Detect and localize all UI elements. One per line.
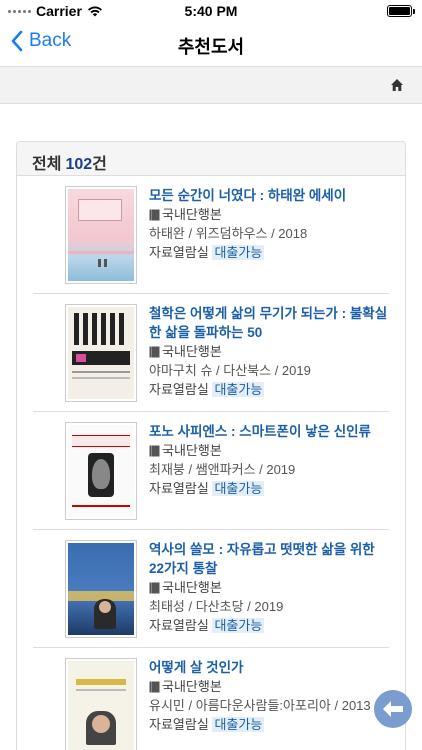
book-type-label: 국내단행본 <box>162 443 222 458</box>
book-icon <box>149 209 160 220</box>
book-icon <box>149 445 160 456</box>
book-info: 포노 사피엔스 : 스마트폰이 낳은 신인류 국내단행본 최재붕 / 쌤앤파커스… <box>149 422 389 498</box>
book-info: 철학은 어떻게 삶의 무기가 되는가 : 불확실한 삶을 돌파하는 50 국내단… <box>149 304 389 399</box>
book-title[interactable]: 모든 순간이 너였다 : 하태완 에세이 <box>149 186 389 205</box>
book-type-label: 국내단행본 <box>162 207 222 222</box>
book-location: 자료열람실 대출가능 <box>149 715 389 734</box>
home-icon[interactable] <box>390 78 404 92</box>
book-item[interactable]: 철학은 어떻게 삶의 무기가 되는가 : 불확실한 삶을 돌파하는 50 국내단… <box>33 294 389 412</box>
loan-status-badge: 대출가능 <box>212 382 265 397</box>
book-type: 국내단행본 <box>149 342 389 361</box>
book-type: 국내단행본 <box>149 205 389 224</box>
results-header: 전체 102건 <box>17 142 405 176</box>
book-location: 자료열람실 대출가능 <box>149 616 389 635</box>
book-cover[interactable] <box>65 186 137 284</box>
location-label: 자료열람실 <box>149 717 209 732</box>
book-location: 자료열람실 대출가능 <box>149 380 389 399</box>
book-title[interactable]: 철학은 어떻게 삶의 무기가 되는가 : 불확실한 삶을 돌파하는 50 <box>149 304 389 342</box>
book-item[interactable]: 모든 순간이 너였다 : 하태완 에세이 국내단행본 하태완 / 위즈덤하우스 … <box>33 176 389 294</box>
book-location: 자료열람실 대출가능 <box>149 479 389 498</box>
location-label: 자료열람실 <box>149 245 209 260</box>
loan-status-badge: 대출가능 <box>212 618 265 633</box>
book-title[interactable]: 어떻게 살 것인가 <box>149 658 389 677</box>
book-info: 역사의 쓸모 : 자유롭고 떳떳한 삶을 위한 22가지 통찰 국내단행본 최태… <box>149 540 389 635</box>
book-list: 모든 순간이 너였다 : 하태완 에세이 국내단행본 하태완 / 위즈덤하우스 … <box>17 176 405 750</box>
location-label: 자료열람실 <box>149 382 209 397</box>
loan-status-badge: 대출가능 <box>212 481 265 496</box>
floating-back-button[interactable] <box>374 690 412 728</box>
book-item[interactable]: 어떻게 살 것인가 국내단행본 유시민 / 아름다운사람들:아포리아 / 201… <box>33 648 389 750</box>
book-meta: 최태성 / 다산초당 / 2019 <box>149 599 284 614</box>
total-suffix: 건 <box>92 156 107 173</box>
book-cover[interactable] <box>65 658 137 750</box>
book-item[interactable]: 포노 사피엔스 : 스마트폰이 낳은 신인류 국내단행본 최재붕 / 쌤앤파커스… <box>33 412 389 530</box>
book-item[interactable]: 역사의 쓸모 : 자유롭고 떳떳한 삶을 위한 22가지 통찰 국내단행본 최태… <box>33 530 389 648</box>
navigation-bar: Back 추천도서 <box>0 22 422 66</box>
arrow-left-icon <box>383 701 403 717</box>
status-bar: Carrier 5:40 PM <box>0 0 422 22</box>
book-cover[interactable] <box>65 304 137 402</box>
book-meta: 야마구치 슈 / 다산북스 / 2019 <box>149 363 311 378</box>
book-cover[interactable] <box>65 422 137 520</box>
total-prefix: 전체 <box>32 156 62 173</box>
battery-icon <box>387 5 415 17</box>
loan-status-badge: 대출가능 <box>212 245 265 260</box>
book-icon <box>149 346 160 357</box>
book-meta: 유시민 / 아름다운사람들:아포리아 / 2013 <box>149 698 371 713</box>
book-type: 국내단행본 <box>149 677 389 696</box>
location-label: 자료열람실 <box>149 618 209 633</box>
status-time: 5:40 PM <box>184 3 238 19</box>
toolbar <box>0 66 422 104</box>
book-type-label: 국내단행본 <box>162 580 222 595</box>
book-type-label: 국내단행본 <box>162 679 222 694</box>
book-title[interactable]: 역사의 쓸모 : 자유롭고 떳떳한 삶을 위한 22가지 통찰 <box>149 540 389 578</box>
loan-status-badge: 대출가능 <box>212 717 265 732</box>
location-label: 자료열람실 <box>149 481 209 496</box>
book-type-label: 국내단행본 <box>162 344 222 359</box>
page-title: 추천도서 <box>177 37 245 57</box>
book-title[interactable]: 포노 사피엔스 : 스마트폰이 낳은 신인류 <box>149 422 389 441</box>
total-count: 102 <box>65 156 93 173</box>
book-location: 자료열람실 대출가능 <box>149 243 389 262</box>
book-meta: 하태완 / 위즈덤하우스 / 2018 <box>149 226 308 241</box>
book-icon <box>149 582 160 593</box>
book-info: 모든 순간이 너였다 : 하태완 에세이 국내단행본 하태완 / 위즈덤하우스 … <box>149 186 389 262</box>
results-panel: 전체 102건 모든 순간이 너였다 : 하태완 에세이 국내단행본 하태완 / <box>16 141 406 750</box>
book-info: 어떻게 살 것인가 국내단행본 유시민 / 아름다운사람들:아포리아 / 201… <box>149 658 389 734</box>
book-icon <box>149 681 160 692</box>
book-type: 국내단행본 <box>149 578 389 597</box>
book-type: 국내단행본 <box>149 441 389 460</box>
book-meta: 최재붕 / 쌤앤파커스 / 2019 <box>149 462 296 477</box>
book-cover[interactable] <box>65 540 137 638</box>
